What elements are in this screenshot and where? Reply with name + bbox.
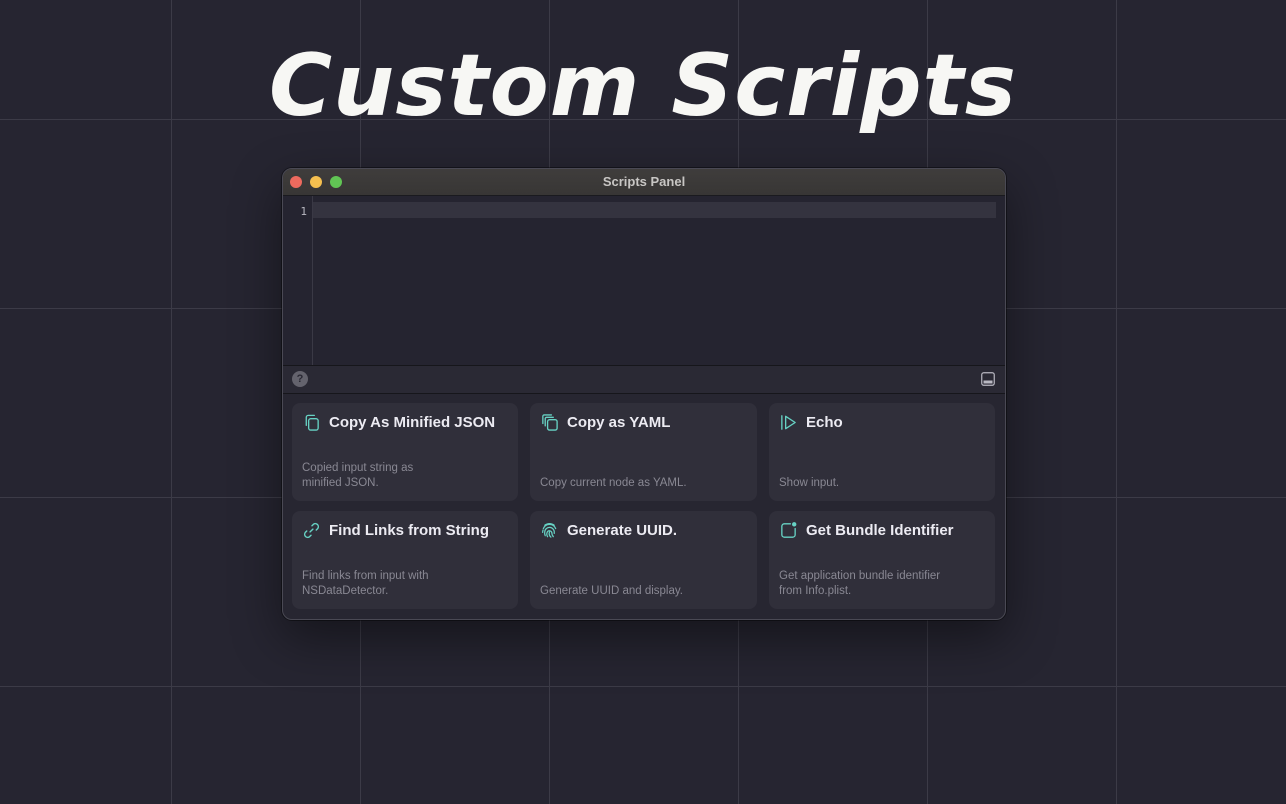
play-icon: [781, 415, 796, 430]
scripts-grid: Copy As Minified JSON Copied input strin…: [292, 403, 995, 609]
copy-stack-icon: [542, 414, 558, 431]
script-description: Copy current node as YAML.: [540, 477, 687, 489]
script-card-find-links-from-string[interactable]: Find Links from String Find links from i…: [292, 511, 518, 609]
script-title: Copy As Minified JSON: [329, 414, 496, 431]
script-card-get-bundle-identifier[interactable]: Get Bundle Identifier Get application bu…: [769, 511, 995, 609]
script-card-copy-as-minified-json[interactable]: Copy As Minified JSON Copied input strin…: [292, 403, 518, 501]
panel-toolbar: ?: [283, 366, 1005, 394]
toggle-panel-icon[interactable]: [981, 372, 995, 386]
line-gutter: 1: [283, 196, 313, 365]
script-title: Find Links from String: [329, 522, 489, 539]
headline: Custom Scripts: [269, 36, 1017, 136]
script-description: Generate UUID and display.: [540, 585, 683, 597]
script-editor[interactable]: 1: [283, 196, 1005, 366]
script-card-generate-uuid[interactable]: Generate UUID. Generate UUID and display…: [530, 511, 757, 609]
script-description: Find links from input with NSDataDetecto…: [302, 570, 429, 597]
help-button[interactable]: ?: [292, 371, 308, 387]
script-description: Get application bundle identifier from I…: [779, 570, 941, 597]
title-bar[interactable]: Scripts Panel: [283, 169, 1005, 196]
script-title: Generate UUID.: [567, 522, 678, 539]
window-title: Scripts Panel: [602, 174, 686, 189]
link-icon: [303, 522, 320, 539]
current-line-highlight: [313, 202, 996, 218]
script-description: Copied input string as minified JSON.: [302, 462, 414, 489]
line-number: 1: [300, 205, 307, 218]
copy-icon: [305, 414, 319, 431]
script-title: Get Bundle Identifier: [806, 522, 954, 539]
script-title: Echo: [806, 414, 843, 431]
script-description: Show input.: [779, 477, 840, 489]
app-badge-icon: [781, 522, 797, 538]
script-card-echo[interactable]: Echo Show input.: [769, 403, 995, 501]
scripts-panel-window: Scripts Panel 1 ? Copy As Minified JSON …: [282, 168, 1006, 620]
script-card-copy-as-yaml[interactable]: Copy as YAML Copy current node as YAML.: [530, 403, 757, 501]
script-title: Copy as YAML: [567, 414, 671, 431]
fingerprint-icon: [542, 523, 557, 538]
